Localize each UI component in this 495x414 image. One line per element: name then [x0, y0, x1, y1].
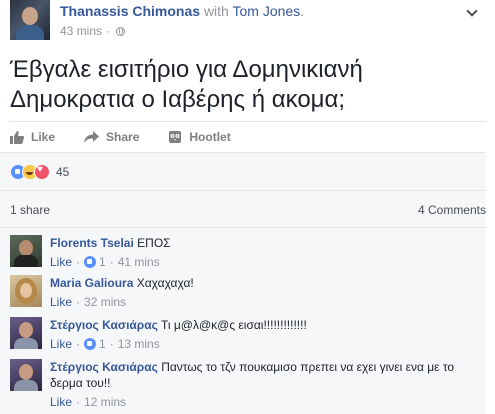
comment-timestamp[interactable]: 13 mins — [118, 336, 160, 352]
like-count-icon — [84, 256, 97, 268]
comment-timestamp[interactable]: 32 mins — [84, 294, 126, 310]
share-button[interactable]: Share — [84, 130, 139, 144]
facebook-post: Thanassis Chimonas with Tom Jones. 43 mi… — [0, 0, 486, 414]
tagged-name-link[interactable]: Tom Jones — [232, 3, 300, 19]
comment-body: Στέργιος Κασιάρας Παντως το τζν πουκαμισ… — [50, 359, 480, 410]
comments-section: Florents Tselai ΕΠΟΣ Like · 1 · 41 mins — [0, 227, 486, 414]
hootlet-label: Hootlet — [189, 130, 231, 144]
commenter-avatar[interactable] — [10, 359, 42, 391]
commenter-avatar[interactable] — [10, 317, 42, 349]
action-bar: Like Share Hootlet — [10, 121, 486, 152]
meta-dot: · — [76, 295, 81, 309]
thumbs-up-icon — [10, 130, 24, 144]
author-avatar[interactable] — [10, 0, 50, 40]
commenter-avatar[interactable] — [10, 235, 42, 267]
chevron-down-icon[interactable] — [466, 6, 478, 18]
like-button[interactable]: Like — [10, 130, 55, 144]
tagged-suffix: . — [300, 3, 305, 19]
comment-like-button[interactable]: Like — [50, 294, 72, 310]
comment-timestamp[interactable]: 12 mins — [84, 394, 126, 410]
avatar-shirt — [14, 338, 38, 349]
owl-icon — [169, 131, 182, 143]
avatar-shirt — [14, 255, 38, 267]
meta-dot: · — [109, 337, 114, 351]
comment-line: Στέργιος Κασιάρας Παντως το τζν πουκαμισ… — [50, 359, 480, 391]
comment-line: Maria Galioura Χαχαχαχα! — [50, 275, 480, 291]
meta-dot: · — [106, 24, 111, 38]
comment-meta: Like · 12 mins — [50, 394, 480, 410]
shares-link[interactable]: 1 share — [10, 203, 50, 217]
meta-dot: · — [76, 255, 81, 269]
like-label: Like — [31, 130, 56, 144]
with-text: with — [203, 3, 229, 19]
comment-like-count[interactable]: 1 — [99, 254, 106, 270]
avatar-face — [19, 322, 33, 338]
reaction-count[interactable]: 45 — [56, 165, 69, 179]
comment-meta: Like · 32 mins — [50, 294, 480, 310]
comment-text: Χαχαχαχα! — [136, 276, 194, 290]
love-reaction-icon — [34, 163, 50, 180]
avatar-face — [22, 7, 38, 25]
meta-dot: · — [76, 395, 81, 409]
comment-like-button[interactable]: Like — [50, 254, 72, 270]
commenter-name-link[interactable]: Florents Tselai — [50, 236, 134, 250]
comment-meta: Like · 1 · 13 mins — [50, 336, 480, 352]
avatar-shirt — [14, 380, 38, 391]
comment-like-count[interactable]: 1 — [99, 336, 106, 352]
comment-like-button[interactable]: Like — [50, 394, 72, 410]
avatar-face — [20, 283, 32, 298]
stats-bar: 1 share 4 Comments — [0, 190, 486, 227]
meta-dot: · — [109, 255, 114, 269]
comment-meta: Like · 1 · 41 mins — [50, 254, 480, 270]
commenter-name-link[interactable]: Στέργιος Κασιάρας — [50, 318, 158, 332]
meta-dot: · — [76, 337, 81, 351]
post-text: Έβγαλε εισιτήριο για Δομηνικιανή Δημοκρα… — [10, 56, 363, 113]
commenter-name-link[interactable]: Στέργιος Κασιάρας — [50, 360, 158, 374]
post-header: Thanassis Chimonas with Tom Jones. 43 mi… — [10, 0, 480, 44]
comment-line: Στέργιος Κασιάρας Τι μ@λ@κ@ς εισαι!!!!!!… — [50, 317, 480, 333]
avatar-face — [19, 364, 33, 380]
post-meta: 43 mins · — [60, 24, 126, 38]
post-timestamp-link[interactable]: 43 mins — [60, 24, 102, 38]
hootlet-button[interactable]: Hootlet — [168, 130, 231, 144]
commenter-avatar[interactable] — [10, 275, 42, 307]
share-label: Share — [106, 130, 140, 144]
comment-timestamp[interactable]: 41 mins — [118, 254, 160, 270]
comment-body: Maria Galioura Χαχαχαχα! Like · 32 mins — [50, 275, 480, 310]
commenter-name-link[interactable]: Maria Galioura — [50, 276, 133, 290]
comment-like-button[interactable]: Like — [50, 336, 72, 352]
avatar-shirt — [16, 25, 44, 40]
comment-line: Florents Tselai ΕΠΟΣ — [50, 235, 480, 251]
author-name-link[interactable]: Thanassis Chimonas — [60, 3, 200, 19]
comments-count-link[interactable]: 4 Comments — [418, 203, 486, 217]
comment-text: ΕΠΟΣ — [137, 236, 171, 250]
avatar-face — [19, 240, 33, 256]
reactions-bar[interactable]: 45 — [0, 152, 486, 190]
comment-body: Florents Tselai ΕΠΟΣ Like · 1 · 41 mins — [50, 235, 480, 270]
comment-body: Στέργιος Κασιάρας Τι μ@λ@κ@ς εισαι!!!!!!… — [50, 317, 480, 352]
globe-icon[interactable] — [116, 26, 126, 36]
comment-text: Τι μ@λ@κ@ς εισαι!!!!!!!!!!!!! — [160, 318, 307, 332]
author-line: Thanassis Chimonas with Tom Jones. — [60, 3, 304, 19]
like-count-icon — [84, 338, 97, 350]
share-arrow-icon — [84, 131, 100, 143]
